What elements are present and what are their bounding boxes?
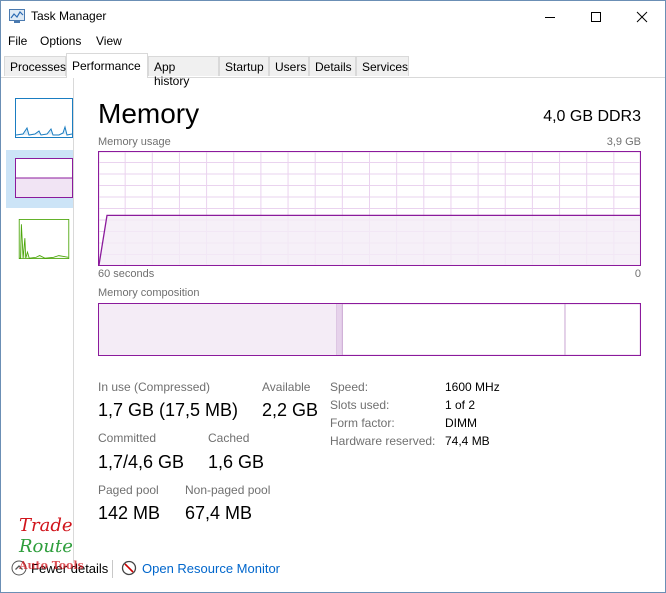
slots-value: 1 of 2 (445, 398, 476, 412)
maximize-icon (591, 11, 601, 22)
menu-bar: File Options View (1, 32, 665, 52)
title-bar[interactable]: Task Manager (1, 1, 665, 32)
committed-value: 1,7/4,6 GB (98, 452, 185, 472)
in-use-label: In use (Compressed) (98, 380, 211, 394)
in-use-value: 1,7 GB (17,5 MB) (98, 400, 239, 420)
tab-users[interactable]: Users (269, 56, 309, 76)
menu-file[interactable]: File (8, 34, 27, 48)
form-factor-label: Form factor: (330, 416, 395, 430)
memory-usage-max: 3,9 GB (606, 136, 641, 148)
composition-in-use (99, 304, 338, 355)
open-resource-monitor-link[interactable]: Open Resource Monitor (142, 561, 280, 576)
hardware-reserved-value: 74,4 MB (445, 434, 490, 448)
tab-bar: Processes Performance App history Startu… (1, 53, 665, 88)
close-button[interactable] (619, 1, 665, 32)
watermark-line-1: Trade (19, 515, 73, 536)
resource-monitor-icon[interactable] (121, 560, 137, 576)
time-right-label: 0 (634, 268, 641, 280)
tab-startup[interactable]: Startup (219, 56, 269, 76)
tab-processes[interactable]: Processes (4, 56, 66, 76)
memory-composition-label: Memory composition (98, 287, 200, 299)
memory-usage-label: Memory usage (98, 136, 171, 148)
disk-thumbnail[interactable] (15, 219, 73, 259)
tab-performance[interactable]: Performance (66, 53, 148, 78)
paged-pool-label: Paged pool (98, 483, 159, 497)
hardware-reserved-label: Hardware reserved: (330, 434, 436, 448)
available-value: 2,2 GB (262, 400, 319, 420)
footer: Fewer details Open Resource Monitor (1, 554, 665, 592)
menu-view[interactable]: View (96, 34, 122, 48)
tab-services[interactable]: Services (356, 56, 409, 76)
usage-area (99, 215, 640, 265)
tab-details[interactable]: Details (309, 56, 356, 76)
memory-composition-bar (98, 303, 641, 356)
available-label: Available (262, 380, 311, 394)
tab-app-history[interactable]: App history (148, 56, 219, 88)
close-icon (636, 11, 648, 22)
minimize-button[interactable] (527, 1, 573, 32)
performance-sidebar (1, 78, 74, 563)
cpu-thumbnail[interactable] (15, 98, 73, 138)
non-paged-pool-value: 67,4 MB (185, 503, 253, 523)
cached-label: Cached (208, 431, 250, 445)
memory-spec: 4,0 GB DDR3 (543, 108, 641, 125)
memory-panel: Memory 4,0 GB DDR3 Memory usage 3,9 GB 6… (74, 78, 665, 563)
window-title: Task Manager (31, 9, 107, 23)
footer-divider (112, 560, 113, 578)
committed-label: Committed (98, 431, 157, 445)
non-paged-pool-label: Non-paged pool (185, 483, 271, 497)
task-manager-icon (9, 9, 25, 23)
menu-options[interactable]: Options (40, 34, 81, 48)
time-left-label: 60 seconds (98, 268, 155, 280)
page-title: Memory (98, 98, 200, 129)
watermark-line-3: Auto Tools (19, 559, 84, 572)
speed-value: 1600 MHz (445, 380, 500, 394)
memory-usage-graph (98, 151, 641, 266)
cached-value: 1,6 GB (208, 452, 265, 472)
task-manager-window: Task Manager File Options View Processes… (0, 0, 666, 593)
memory-thumbnail[interactable] (15, 158, 73, 198)
slots-label: Slots used: (330, 398, 390, 412)
composition-modified (336, 304, 343, 355)
speed-label: Speed: (330, 380, 369, 394)
form-factor-value: DIMM (445, 416, 477, 430)
maximize-button[interactable] (573, 1, 619, 32)
paged-pool-value: 142 MB (98, 503, 161, 523)
minimize-icon (545, 16, 555, 18)
watermark-line-2: Route (19, 536, 73, 557)
